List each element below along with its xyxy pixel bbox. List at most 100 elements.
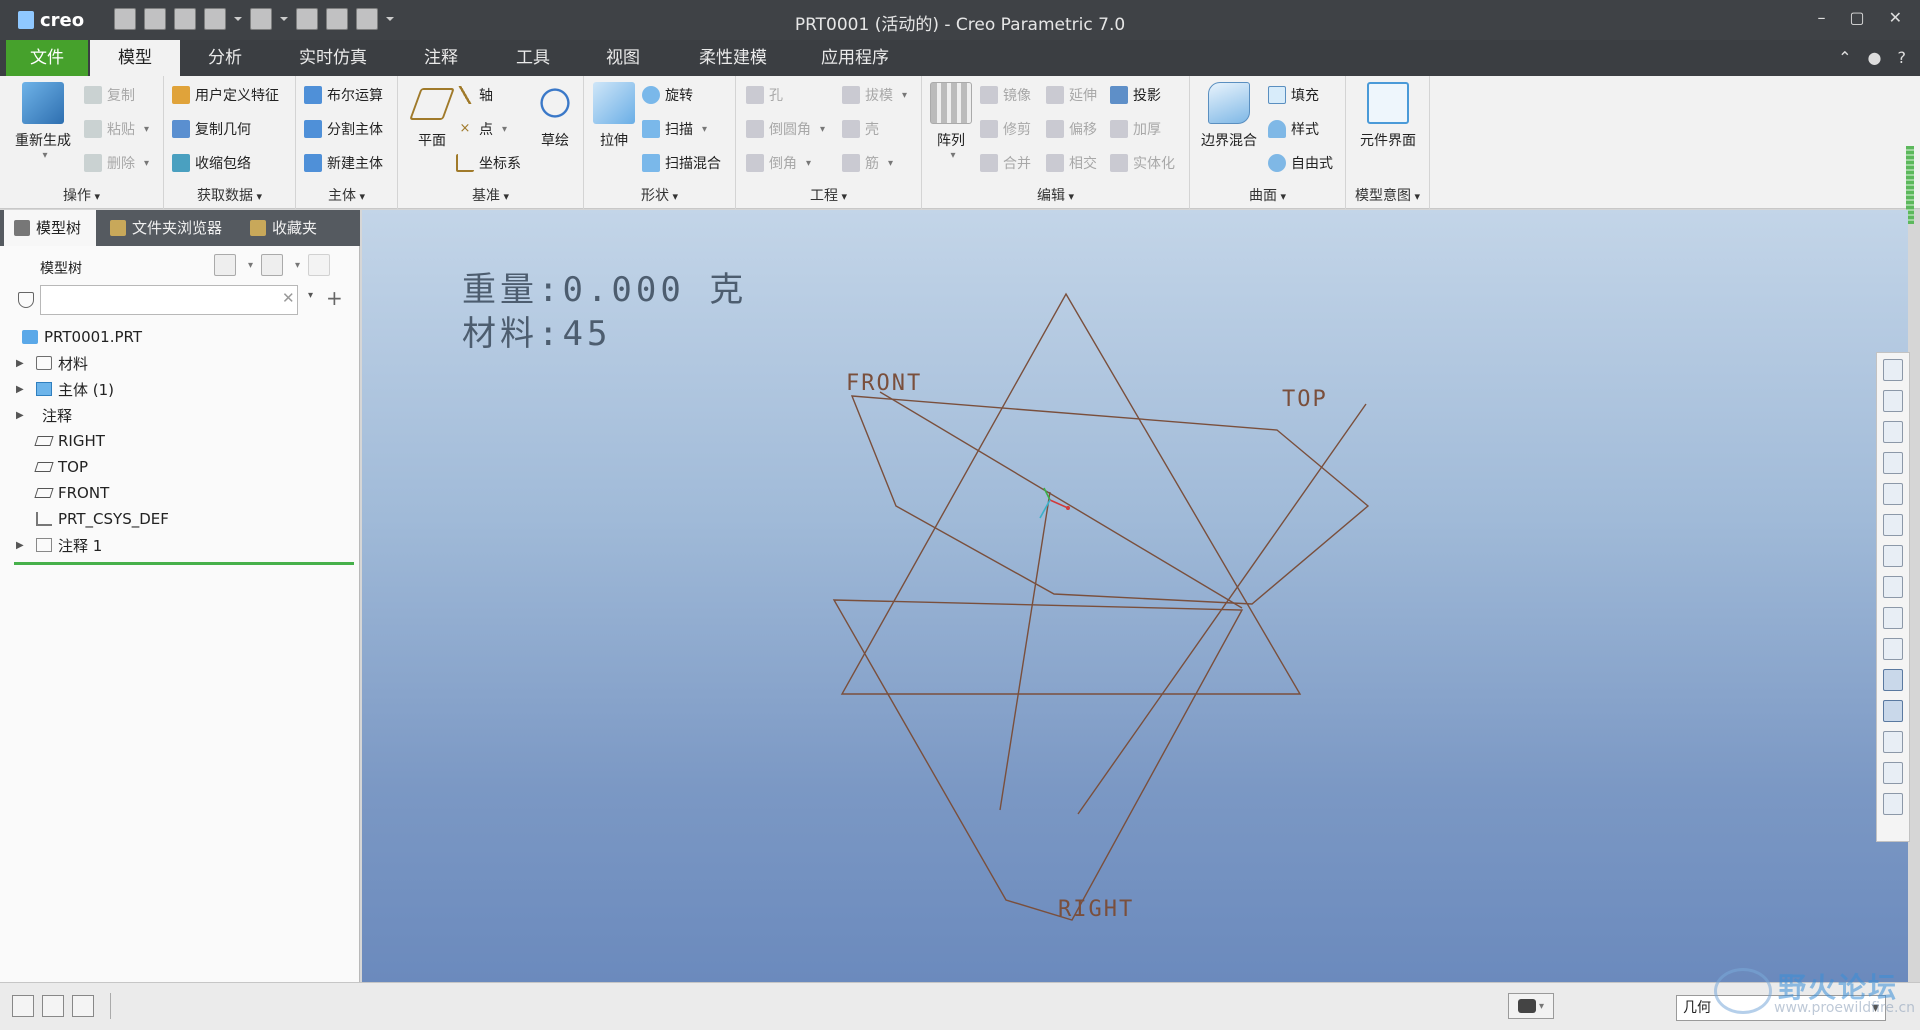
component-interface-button[interactable]: 元件界面 — [1348, 82, 1428, 150]
user-icon[interactable]: ● — [1868, 48, 1882, 67]
group-label-model-intent[interactable]: 模型意图 — [1346, 185, 1429, 205]
tab-live-simulation[interactable]: 实时仿真 — [280, 40, 386, 76]
style-button[interactable]: 样式 — [1268, 116, 1319, 142]
tab-file[interactable]: 文件 — [6, 40, 88, 76]
tab-applications[interactable]: 应用程序 — [800, 40, 910, 76]
add-column-icon[interactable]: + — [326, 286, 343, 310]
display-style-icon[interactable] — [1883, 483, 1903, 505]
tree-item[interactable]: PRT0001.PRT — [16, 324, 346, 350]
zoom-in-icon[interactable] — [1883, 390, 1903, 412]
point-button[interactable]: × 点 ▾ — [456, 116, 507, 142]
tree-item[interactable]: ▶ 主体 (1) — [16, 376, 346, 402]
tab-analysis[interactable]: 分析 — [182, 40, 268, 76]
copy-geometry-button[interactable]: 复制几何 — [172, 116, 251, 142]
show-icon[interactable] — [261, 254, 284, 276]
group-label-body[interactable]: 主体 — [296, 185, 397, 205]
datum-plane-front[interactable] — [850, 395, 1370, 605]
group-label-engineering[interactable]: 工程 — [736, 185, 921, 205]
clear-search-icon[interactable]: ✕ — [282, 289, 295, 307]
pattern-button[interactable]: 阵列 ▾ — [928, 82, 974, 161]
tree-item[interactable]: TOP — [16, 454, 346, 480]
full-screen-icon[interactable] — [72, 995, 94, 1017]
hole-button[interactable]: 孔 — [746, 82, 783, 108]
tab-folder-browser[interactable]: 文件夹浏览器 — [100, 210, 236, 246]
chamfer-button[interactable]: 倒角 ▾ — [746, 150, 811, 176]
tree-settings-icon[interactable] — [214, 254, 236, 276]
group-label-datum[interactable]: 基准 — [398, 185, 583, 205]
trim-button[interactable]: 修剪 — [980, 116, 1031, 142]
tab-flexible-modeling[interactable]: 柔性建模 — [680, 40, 786, 76]
delete-button[interactable]: 删除 ▾ — [84, 150, 149, 176]
filter-icon[interactable] — [18, 292, 34, 308]
tree-item[interactable]: RIGHT — [16, 428, 346, 454]
refit-icon[interactable] — [1883, 359, 1903, 381]
maximize-button[interactable]: ▢ — [1849, 8, 1864, 27]
zoom-out-icon[interactable] — [1883, 421, 1903, 443]
offset-button[interactable]: 偏移 — [1046, 116, 1097, 142]
view-manager-icon[interactable] — [1883, 545, 1903, 567]
tree-item[interactable]: ▶ 注释 — [16, 402, 346, 428]
regenerate-button[interactable]: 重新生成 ▾ — [10, 82, 76, 161]
show-browser-icon[interactable] — [42, 995, 64, 1017]
boolean-button[interactable]: 布尔运算 — [304, 82, 383, 108]
perspective-icon[interactable] — [1883, 576, 1903, 598]
revolve-button[interactable]: 旋转 — [642, 82, 693, 108]
draft-button[interactable]: 拔模 ▾ — [842, 82, 907, 108]
tab-annotate[interactable]: 注释 — [398, 40, 484, 76]
extrude-button[interactable]: 拉伸 — [588, 82, 640, 150]
shell-button[interactable]: 壳 — [842, 116, 879, 142]
section-icon[interactable] — [1883, 607, 1903, 629]
sketch-button[interactable]: 草绘 — [530, 82, 580, 150]
top-plane-label[interactable]: TOP — [1282, 387, 1328, 412]
close-button[interactable]: ✕ — [1889, 8, 1902, 27]
tab-favorites[interactable]: 收藏夹 — [240, 210, 340, 246]
help-icon[interactable]: ? — [1898, 48, 1907, 67]
project-button[interactable]: 投影 — [1110, 82, 1161, 108]
intersect-button[interactable]: 相交 — [1046, 150, 1097, 176]
tab-model-tree[interactable]: 模型树 — [4, 210, 96, 246]
annotation-display-icon[interactable] — [1883, 669, 1903, 691]
tree-filter-icon[interactable] — [308, 254, 331, 276]
show-navigator-icon[interactable] — [12, 995, 34, 1017]
front-plane-label[interactable]: FRONT — [846, 371, 922, 396]
plane-button[interactable]: 平面 — [404, 82, 460, 150]
sweep-button[interactable]: 扫描 ▾ — [642, 116, 707, 142]
tagged-view-icon[interactable] — [1883, 731, 1903, 753]
search-dropdown-icon[interactable]: ▾ — [308, 290, 313, 301]
tab-model[interactable]: 模型 — [90, 40, 180, 76]
spin-center-icon[interactable] — [1883, 700, 1903, 722]
merge-button[interactable]: 合并 — [980, 150, 1031, 176]
group-label-editing[interactable]: 编辑 — [922, 185, 1189, 205]
freestyle-button[interactable]: 自由式 — [1268, 150, 1333, 176]
insert-indicator[interactable] — [14, 562, 354, 565]
find-button[interactable]: ▾ — [1508, 993, 1554, 1019]
saved-orientations-icon[interactable] — [1883, 514, 1903, 536]
minimize-button[interactable]: – — [1817, 8, 1825, 27]
round-button[interactable]: 倒圆角 ▾ — [746, 116, 825, 142]
minimize-ribbon-icon[interactable]: ⌃ — [1838, 48, 1851, 67]
solidify-button[interactable]: 实体化 — [1110, 150, 1175, 176]
tree-item[interactable]: PRT_CSYS_DEF — [16, 506, 346, 532]
split-body-button[interactable]: 分割主体 — [304, 116, 383, 142]
tab-view[interactable]: 视图 — [580, 40, 666, 76]
axis-button[interactable]: 轴 — [456, 82, 493, 108]
extend-button[interactable]: 延伸 — [1046, 82, 1097, 108]
copy-button[interactable]: 复制 — [84, 82, 135, 108]
expand-arrow-icon[interactable]: ▶ — [16, 410, 28, 421]
thicken-button[interactable]: 加厚 — [1110, 116, 1161, 142]
right-plane-label[interactable]: RIGHT — [1058, 897, 1134, 922]
rib-button[interactable]: 筋 ▾ — [842, 150, 893, 176]
graphics-viewport[interactable]: 重量:0.000 克 材料:45 FRONT TOP RIGHT — [362, 210, 1908, 982]
expand-arrow-icon[interactable]: ▶ — [16, 384, 28, 395]
group-label-get-data[interactable]: 获取数据 — [164, 185, 295, 205]
repaint-icon[interactable] — [1883, 452, 1903, 474]
tab-tools[interactable]: 工具 — [490, 40, 576, 76]
expand-arrow-icon[interactable]: ▶ — [16, 540, 28, 551]
mirror-button[interactable]: 镜像 — [980, 82, 1031, 108]
csys-button[interactable]: 坐标系 — [456, 150, 521, 176]
more-tools-icon[interactable] — [1883, 793, 1903, 815]
udf-button[interactable]: 用户定义特征 — [172, 82, 279, 108]
expand-arrow-icon[interactable]: ▶ — [16, 358, 28, 369]
datum-display-icon[interactable] — [1883, 638, 1903, 660]
tree-item[interactable]: FRONT — [16, 480, 346, 506]
